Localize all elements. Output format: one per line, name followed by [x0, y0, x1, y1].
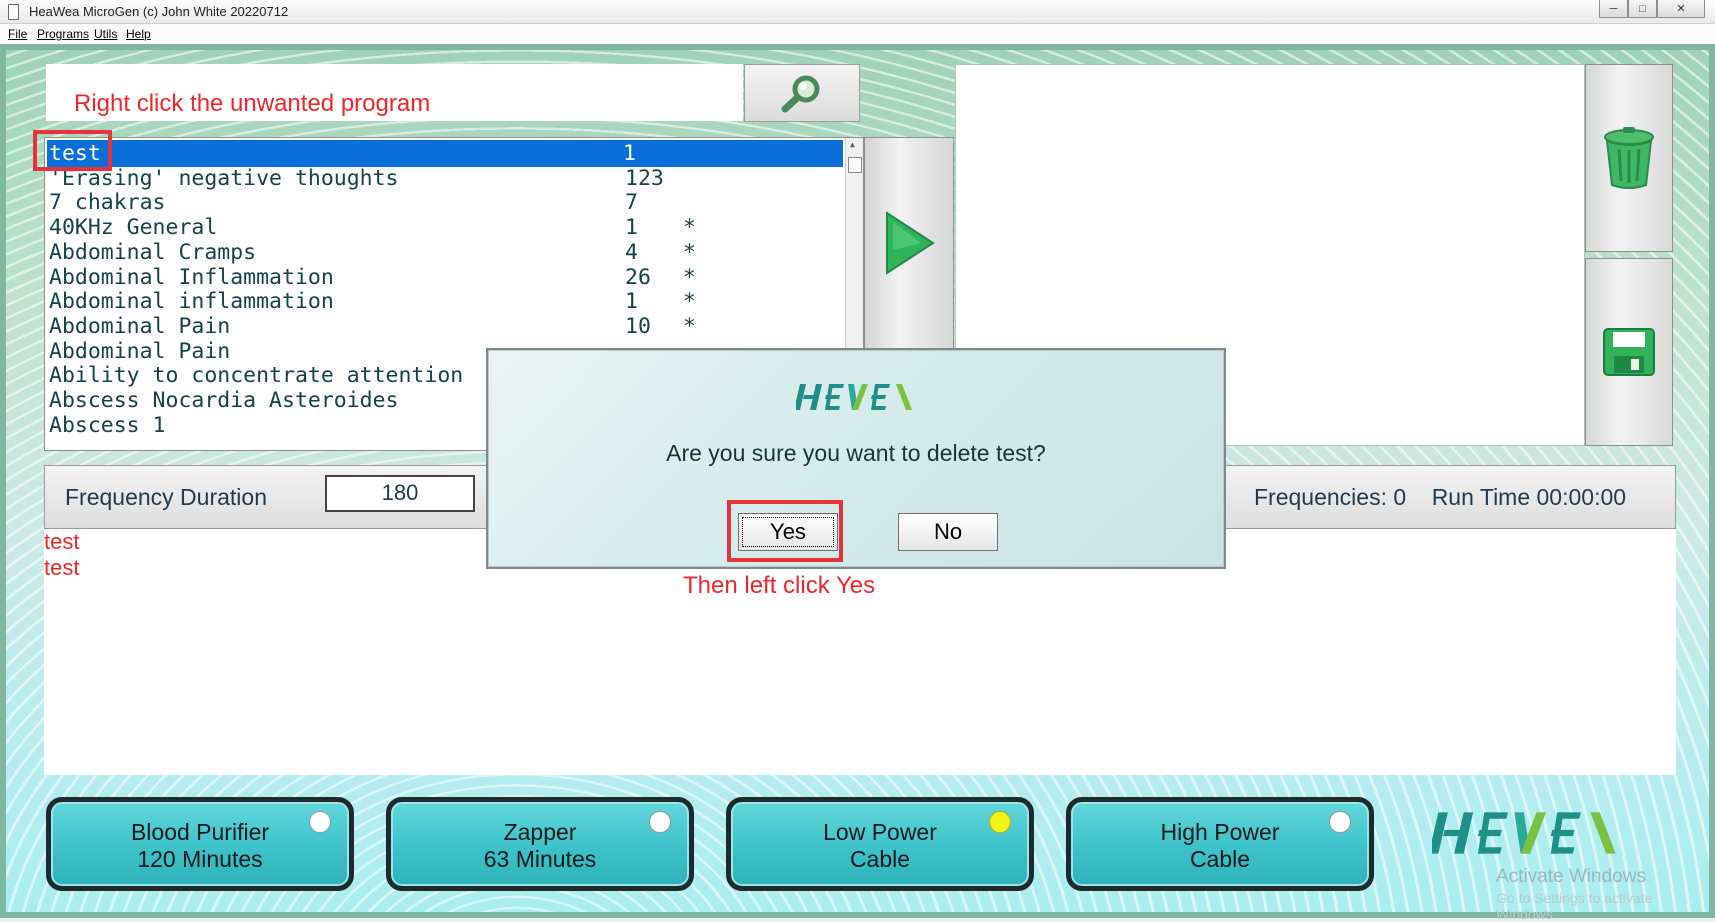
program-name: Abscess 1	[49, 412, 166, 438]
program-flag: *	[683, 239, 696, 265]
list-item[interactable]: Abscess Nocardia Asteroides	[49, 387, 399, 414]
maximize-button[interactable]: □	[1628, 0, 1657, 18]
program-count: 7	[625, 190, 638, 216]
program-name: 7 chakras	[49, 190, 166, 216]
frequency-duration-label: Frequency Duration	[65, 484, 267, 510]
indicator-led-active	[989, 811, 1011, 833]
program-flag: *	[683, 264, 696, 290]
activate-windows-watermark: Activate Windows	[1496, 866, 1646, 887]
search-icon	[781, 75, 820, 113]
program-flag: *	[683, 313, 696, 339]
button-title: High Power	[1160, 819, 1280, 845]
list-item[interactable]: Abscess 1	[49, 412, 166, 439]
menu-programs[interactable]: Programs	[37, 27, 89, 41]
button-title: Blood Purifier	[130, 819, 270, 845]
play-icon	[886, 211, 935, 275]
delete-button[interactable]	[1585, 64, 1673, 252]
window-titlebar: HeaWea MicroGen (c) John White 20220712 …	[0, 0, 1715, 24]
program-name: Abdominal Inflammation	[49, 264, 334, 290]
low-power-cable-button[interactable]: Low Power Cable	[726, 797, 1034, 891]
list-item[interactable]: Abdominal Inflammation 26 *	[49, 264, 696, 291]
program-flag: *	[683, 289, 696, 315]
program-count: 1	[623, 141, 636, 166]
list-item[interactable]: Abdominal Cramps 4 *	[49, 239, 696, 266]
list-item[interactable]: Abdominal Pain	[49, 338, 230, 365]
window-controls: ─ □ ✕	[1599, 0, 1705, 18]
menu-help[interactable]: Help	[126, 27, 151, 41]
program-count: 10	[625, 313, 651, 339]
window-title: HeaWea MicroGen (c) John White 20220712	[29, 4, 289, 19]
trash-icon	[1604, 127, 1654, 189]
output-line: test	[44, 555, 80, 580]
button-subtitle: 63 Minutes	[483, 846, 597, 872]
heawea-logo	[1432, 812, 1616, 854]
confirm-delete-dialog: Are you sure you want to delete test? Ye…	[486, 348, 1226, 569]
program-name: 40KHz General	[49, 215, 218, 241]
annotation-highlight-yes	[727, 500, 843, 562]
blood-purifier-button[interactable]: Blood Purifier 120 Minutes	[46, 797, 354, 891]
button-subtitle: Cable	[849, 846, 911, 872]
program-name: Abdominal Cramps	[49, 239, 257, 265]
list-item[interactable]: 40KHz General 1 *	[49, 214, 696, 241]
program-count: 1	[625, 289, 638, 315]
list-item[interactable]: Abdominal Pain 10 *	[49, 313, 696, 340]
scroll-thumb[interactable]	[848, 157, 862, 173]
program-name: Abdominal Pain	[49, 338, 231, 364]
menu-file[interactable]: File	[8, 27, 27, 41]
program-count: 26	[625, 264, 651, 290]
list-item[interactable]: Ability to concentrate attention	[49, 362, 463, 389]
list-item[interactable]: Abdominal inflammation 1 *	[49, 288, 696, 315]
indicator-led	[649, 811, 671, 833]
output-line: test	[44, 529, 80, 554]
activate-windows-subtext: Go to Settings to activate Windows.	[1496, 890, 1653, 922]
menu-utils[interactable]: Utils	[94, 27, 117, 41]
menu-bar: File Programs Utils Help	[0, 24, 1715, 44]
save-button[interactable]	[1585, 258, 1673, 446]
button-subtitle: Cable	[1189, 846, 1251, 872]
dialog-message: Are you sure you want to delete test?	[666, 440, 1046, 466]
search-button[interactable]	[744, 64, 860, 122]
frequency-stats: Frequencies: 0 Run Time 00:00:00	[1254, 484, 1627, 510]
dialog-no-button[interactable]: No	[898, 513, 998, 551]
program-flag: *	[683, 215, 696, 241]
indicator-led	[309, 811, 331, 833]
high-power-cable-button[interactable]: High Power Cable	[1066, 797, 1374, 891]
minimize-button[interactable]: ─	[1599, 0, 1628, 18]
button-title: Low Power	[823, 819, 937, 845]
button-subtitle: 120 Minutes	[137, 846, 263, 872]
indicator-led	[1329, 811, 1351, 833]
heawea-logo	[796, 384, 912, 410]
program-name: Abscess Nocardia Asteroides	[49, 388, 399, 413]
zapper-button[interactable]: Zapper 63 Minutes	[386, 797, 694, 891]
instruction-right-click: Right click the unwanted program	[74, 90, 431, 117]
program-count: 4	[625, 239, 638, 265]
program-name: Ability to concentrate attention	[49, 363, 464, 389]
close-button[interactable]: ✕	[1657, 0, 1705, 18]
program-count: 123	[625, 165, 664, 191]
frequency-duration-input[interactable]: 180	[325, 475, 475, 512]
list-item-selected[interactable]: test 1	[47, 140, 843, 167]
list-item[interactable]: 7 chakras 7	[49, 189, 638, 216]
instruction-left-click: Then left click Yes	[683, 572, 876, 599]
save-icon	[1603, 328, 1655, 376]
program-name: Abdominal inflammation	[49, 289, 334, 315]
program-name: Abdominal Pain	[49, 313, 231, 339]
scroll-up-icon[interactable]: ▲	[850, 140, 855, 149]
button-title: Zapper	[503, 819, 577, 845]
annotation-highlight-test	[33, 130, 112, 171]
app-icon	[8, 4, 19, 20]
program-count: 1	[625, 215, 638, 241]
play-button[interactable]	[864, 137, 954, 349]
